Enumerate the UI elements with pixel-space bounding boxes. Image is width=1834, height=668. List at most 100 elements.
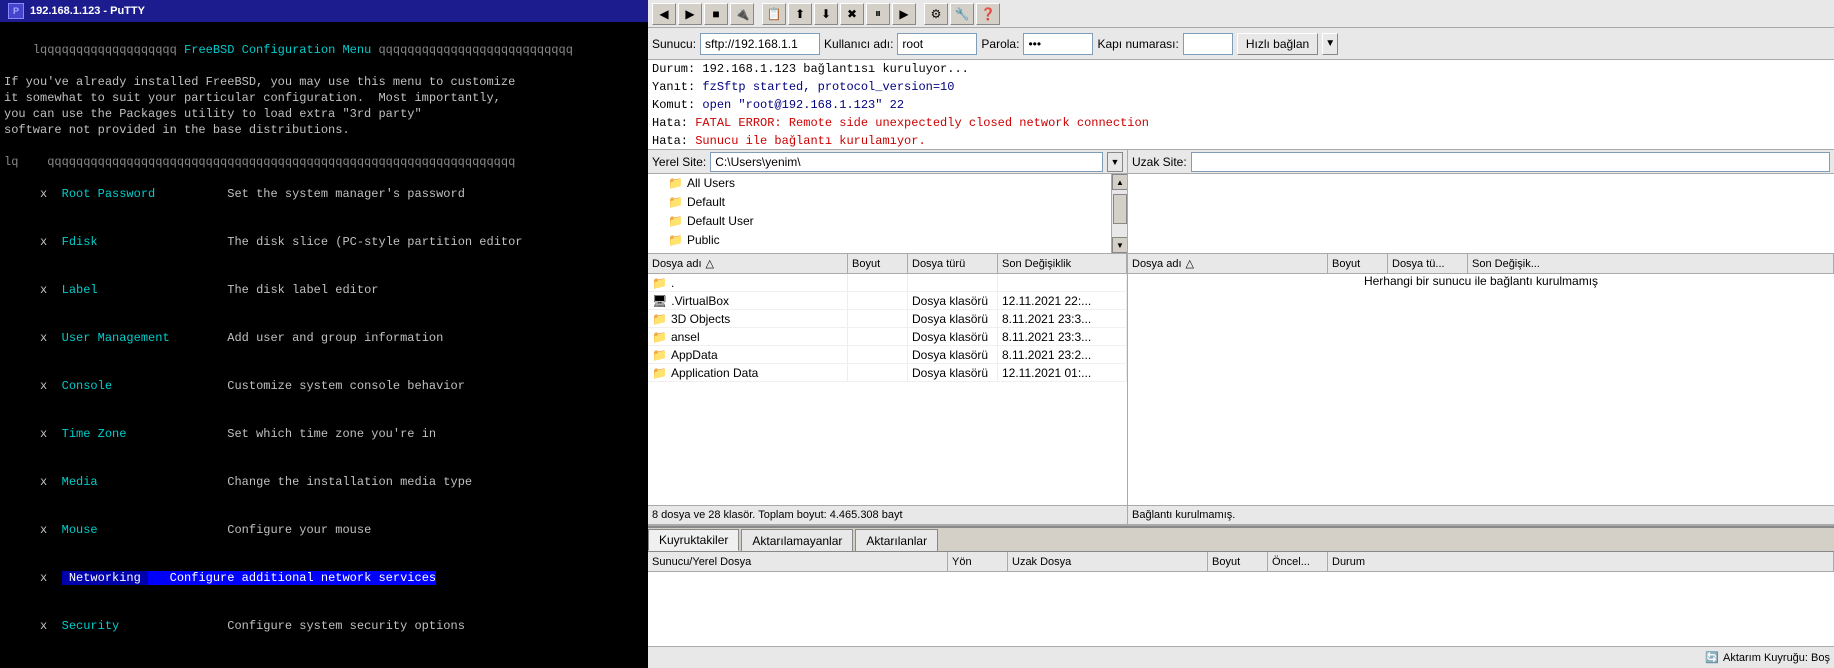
server-input[interactable] xyxy=(700,33,820,55)
port-input[interactable] xyxy=(1183,33,1233,55)
file-row-virtualbox[interactable]: 🖥 .VirtualBox Dosya klasörü 12.11.2021 2… xyxy=(648,292,1127,310)
term-menu-timezone: x Time Zone Set which time zone you're i… xyxy=(4,410,644,458)
tree-item-default[interactable]: 📁 Default xyxy=(648,193,1111,212)
remote-col-header-modified[interactable]: Son Değişik... xyxy=(1468,254,1834,273)
local-tree-scrollbar[interactable]: ▲ ▼ xyxy=(1111,174,1127,253)
col-size-label: Boyut xyxy=(852,258,880,270)
toolbar-btn-8[interactable]: ⏸ xyxy=(866,3,890,25)
queue-col-localfile-label: Sunucu/Yerel Dosya xyxy=(652,556,751,568)
remote-col-modified-label: Son Değişik... xyxy=(1472,258,1540,270)
folder-icon-default-user: 📁 xyxy=(652,213,683,230)
file-cell-size-appdata2 xyxy=(848,364,908,381)
toolbar-btn-2[interactable]: ▶ xyxy=(678,3,702,25)
scroll-thumb[interactable] xyxy=(1113,194,1127,224)
queue-col-size[interactable]: Boyut xyxy=(1208,552,1268,571)
term-menu-mouse: x Mouse Configure your mouse xyxy=(4,506,644,554)
folder-icon-default: 📁 xyxy=(652,194,683,211)
connect-dropdown[interactable]: ▼ xyxy=(1322,33,1338,55)
local-path-input[interactable] xyxy=(710,152,1103,172)
fz-remote-file-header: Dosya adı △ Boyut Dosya tü... Son Değişi… xyxy=(1128,254,1834,274)
queue-col-localfile[interactable]: Sunucu/Yerel Dosya xyxy=(648,552,948,571)
file-cell-name-3d: 📁 3D Objects xyxy=(648,310,848,327)
toolbar-btn-5[interactable]: ⬆ xyxy=(788,3,812,25)
file-cell-type-ansel: Dosya klasörü xyxy=(908,328,998,345)
fz-remote-file-list: Dosya adı △ Boyut Dosya tü... Son Değişi… xyxy=(1128,254,1834,505)
term-line-border: lqqqqqqqqqqqqqqqqqqq FreeBSD Configurati… xyxy=(4,26,644,74)
toolbar-btn-3[interactable]: ■ xyxy=(704,3,728,25)
fz-local-path-bar: Yerel Site: ▼ xyxy=(648,150,1127,174)
remote-sort-icon: △ xyxy=(1186,257,1194,270)
queue-col-status[interactable]: Durum xyxy=(1328,552,1834,571)
putty-titlebar: P 192.168.1.123 - PuTTY xyxy=(0,0,648,22)
filezilla-window: ◀ ▶ ■ 🔌 📋 ⬆ ⬇ ✖ ⏸ ▶ ⚙ 🔧 ❓ Sunucu: Kullan… xyxy=(648,0,1834,668)
queue-col-direction[interactable]: Yön xyxy=(948,552,1008,571)
term-line-border2: lq qqqqqqqqqqqqqqqqqqqqqqqqqqqqqqqqqqqqq… xyxy=(4,154,644,170)
toolbar-btn-1[interactable]: ◀ xyxy=(652,3,676,25)
tab-successful[interactable]: Aktarılanlar xyxy=(855,529,938,551)
status-label-1: Durum: xyxy=(652,62,702,76)
file-row-appdata2[interactable]: 📁 Application Data Dosya klasörü 12.11.2… xyxy=(648,364,1127,382)
term-menu-media: x Media Change the installation media ty… xyxy=(4,458,644,506)
toolbar-btn-wizard[interactable]: 🔧 xyxy=(950,3,974,25)
connect-button[interactable]: Hızlı bağlan xyxy=(1237,33,1318,55)
putty-title-text: 192.168.1.123 - PuTTY xyxy=(30,5,145,17)
file-row-ansel[interactable]: 📁 ansel Dosya klasörü 8.11.2021 23:3... xyxy=(648,328,1127,346)
file-name-ansel: ansel xyxy=(671,330,700,344)
folder-icon-appdata2: 📁 xyxy=(652,366,667,380)
fz-toolbar: ◀ ▶ ■ 🔌 📋 ⬆ ⬇ ✖ ⏸ ▶ ⚙ 🔧 ❓ xyxy=(648,0,1834,28)
col-header-filename[interactable]: Dosya adı △ xyxy=(648,254,848,273)
port-label: Kapı numarası: xyxy=(1097,37,1178,51)
col-type-label: Dosya türü xyxy=(912,258,965,270)
fz-remote-path-bar: Uzak Site: xyxy=(1128,150,1834,174)
fz-local-tree[interactable]: 📁 All Users 📁 Default 📁 Default User xyxy=(648,174,1127,254)
tab-queued[interactable]: Kuyruktakiler xyxy=(648,529,739,551)
file-cell-mod-vb: 12.11.2021 22:... xyxy=(998,292,1127,309)
toolbar-btn-help[interactable]: ❓ xyxy=(976,3,1000,25)
putty-terminal[interactable]: lqqqqqqqqqqqqqqqqqqq FreeBSD Configurati… xyxy=(0,22,648,668)
toolbar-btn-9[interactable]: ▶ xyxy=(892,3,916,25)
term-menu-networking[interactable]: x Networking Configure additional networ… xyxy=(4,554,644,602)
remote-col-header-type[interactable]: Dosya tü... xyxy=(1388,254,1468,273)
col-header-modified[interactable]: Son Değişiklik xyxy=(998,254,1127,273)
col-header-type[interactable]: Dosya türü xyxy=(908,254,998,273)
queue-status-icon: 🔄 xyxy=(1705,651,1719,664)
toolbar-btn-settings[interactable]: ⚙ xyxy=(924,3,948,25)
local-path-dropdown[interactable]: ▼ xyxy=(1107,152,1123,172)
status-line-5: Hata: Sunucu ile bağlantı kurulamıyor. xyxy=(648,132,1834,150)
tree-item-all-users[interactable]: 📁 All Users xyxy=(648,174,1111,193)
queue-col-remotefile[interactable]: Uzak Dosya xyxy=(1008,552,1208,571)
file-row-3dobjects[interactable]: 📁 3D Objects Dosya klasörü 8.11.2021 23:… xyxy=(648,310,1127,328)
fz-local-file-rows: 📁 . 🖥 .VirtualBox Dosya klasörü xyxy=(648,274,1127,382)
status-label-3: Komut: xyxy=(652,98,702,112)
local-status-text: 8 dosya ve 28 klasör. Toplam boyut: 4.46… xyxy=(652,509,903,521)
status-value-3: open "root@192.168.1.123" 22 xyxy=(702,98,904,112)
toolbar-btn-connect[interactable]: 🔌 xyxy=(730,3,754,25)
file-cell-name-appdata: 📁 AppData xyxy=(648,346,848,363)
file-name-3d: 3D Objects xyxy=(671,312,730,326)
tree-item-default-user[interactable]: 📁 Default User xyxy=(648,212,1111,231)
file-cell-mod-appdata: 8.11.2021 23:2... xyxy=(998,346,1127,363)
remote-path-input[interactable] xyxy=(1191,152,1830,172)
col-header-size[interactable]: Boyut xyxy=(848,254,908,273)
term-menu-console: x Console Customize system console behav… xyxy=(4,362,644,410)
scroll-up-btn[interactable]: ▲ xyxy=(1112,174,1127,190)
username-input[interactable] xyxy=(897,33,977,55)
toolbar-btn-6[interactable]: ⬇ xyxy=(814,3,838,25)
tab-successful-label: Aktarılanlar xyxy=(866,534,927,548)
status-label-2: Yanıt: xyxy=(652,80,702,94)
scroll-down-btn[interactable]: ▼ xyxy=(1112,237,1127,253)
remote-col-header-filename[interactable]: Dosya adı △ xyxy=(1128,254,1328,273)
tab-failed[interactable]: Aktarılamayanlar xyxy=(741,529,853,551)
tree-item-public[interactable]: 📁 Public xyxy=(648,231,1111,250)
toolbar-btn-7[interactable]: ✖ xyxy=(840,3,864,25)
queue-col-priority[interactable]: Öncel... xyxy=(1268,552,1328,571)
password-input[interactable] xyxy=(1023,33,1093,55)
tab-queued-label: Kuyruktakiler xyxy=(659,533,728,547)
local-path-label: Yerel Site: xyxy=(652,155,706,169)
scroll-track[interactable] xyxy=(1112,190,1127,237)
file-row-dot[interactable]: 📁 . xyxy=(648,274,1127,292)
toolbar-btn-4[interactable]: 📋 xyxy=(762,3,786,25)
remote-col-header-size[interactable]: Boyut xyxy=(1328,254,1388,273)
file-cell-name-appdata2: 📁 Application Data xyxy=(648,364,848,381)
file-row-appdata[interactable]: 📁 AppData Dosya klasörü 8.11.2021 23:2..… xyxy=(648,346,1127,364)
